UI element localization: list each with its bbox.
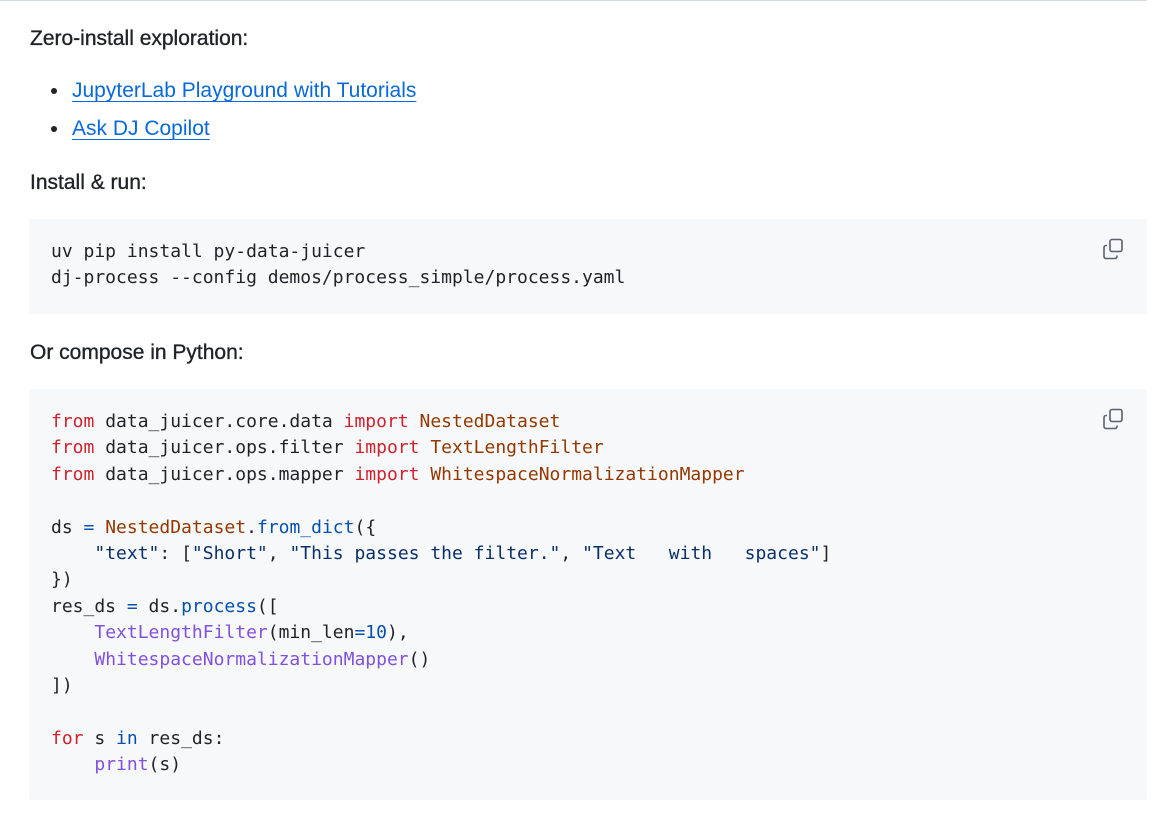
- function-call: TextLengthFilter: [94, 622, 268, 644]
- keyword: import: [343, 411, 409, 432]
- class-name: TextLengthFilter: [419, 437, 604, 459]
- code-line: for s in res_ds:: [51, 726, 831, 752]
- variable: res_ds: [51, 595, 127, 617]
- copy-button[interactable]: [1101, 407, 1127, 433]
- code-line: from data_juicer.core.data import Nested…: [51, 409, 831, 435]
- keyword: from: [51, 437, 95, 459]
- method-name: from_dict: [256, 516, 355, 538]
- code-line: dj-process --config demos/process_simple…: [51, 267, 626, 289]
- section-divider: [0, 0, 1147, 1]
- string-literal: "text": [94, 542, 160, 564]
- python-code: from data_juicer.core.data import Nested…: [51, 409, 831, 778]
- class-name: WhitespaceNormalizationMapper: [419, 463, 745, 485]
- ask-dj-copilot-link[interactable]: Ask DJ Copilot: [72, 115, 210, 143]
- keyword: from: [51, 463, 95, 485]
- operator: =: [126, 595, 138, 617]
- copy-button[interactable]: [1101, 237, 1127, 263]
- keyword: import: [354, 437, 420, 459]
- operator: =: [354, 622, 366, 644]
- copy-icon: [1103, 238, 1123, 260]
- bullet-icon: [51, 126, 57, 132]
- code-line: print(s): [51, 752, 831, 778]
- function-call: print: [94, 754, 149, 776]
- punctuation: (): [408, 648, 431, 670]
- method-name: process: [181, 595, 257, 617]
- iterable: res_ds:: [137, 727, 225, 749]
- function-call: WhitespaceNormalizationMapper: [94, 648, 409, 670]
- code-line: "text": ["Short", "This passes the filte…: [51, 541, 831, 567]
- punctuation: ({: [354, 516, 377, 538]
- module-path: data_juicer.ops.mapper: [94, 463, 355, 485]
- code-line: res_ds = ds.process([: [51, 594, 831, 620]
- punctuation: ,: [560, 542, 583, 564]
- copy-icon: [1103, 408, 1123, 430]
- code-line: WhitespaceNormalizationMapper(): [51, 647, 831, 673]
- code-line: }): [51, 569, 73, 591]
- class-name: NestedDataset: [105, 516, 247, 538]
- punctuation: ([: [256, 595, 279, 617]
- keyword: import: [354, 463, 420, 485]
- class-name: NestedDataset: [408, 411, 561, 432]
- string-literal: "Short": [191, 542, 268, 564]
- variable: ds: [51, 516, 84, 538]
- number-literal: 10: [365, 622, 387, 644]
- keyword: from: [51, 411, 95, 432]
- jupyterlab-playground-link[interactable]: JupyterLab Playground with Tutorials: [72, 77, 416, 105]
- code-line: from data_juicer.ops.filter import TextL…: [51, 435, 831, 461]
- argument: (min_len: [267, 622, 355, 644]
- zero-install-heading: Zero-install exploration:: [30, 27, 249, 50]
- expression: ds.: [137, 595, 182, 617]
- keyword: in: [116, 727, 138, 749]
- string-literal: "This passes the filter.": [289, 542, 561, 564]
- keyword: for: [51, 727, 84, 749]
- install-code-block: uv pip install py-data-juicer dj-process …: [29, 219, 1147, 314]
- punctuation: ,: [267, 542, 290, 564]
- code-line: ds = NestedDataset.from_dict({: [51, 515, 831, 541]
- install-code: uv pip install py-data-juicer dj-process …: [51, 239, 625, 292]
- loop-variable: s: [83, 727, 117, 749]
- punctuation: ),: [386, 622, 409, 644]
- code-line: uv pip install py-data-juicer: [51, 241, 366, 262]
- punctuation: : [: [159, 542, 192, 564]
- module-path: data_juicer.core.data: [94, 411, 344, 432]
- punctuation: ]: [820, 542, 832, 564]
- module-path: data_juicer.ops.filter: [94, 437, 355, 459]
- code-line: TextLengthFilter(min_len=10),: [51, 620, 831, 646]
- string-literal: "Text with spaces": [582, 542, 821, 564]
- punctuation: .: [246, 516, 257, 538]
- punctuation: (s): [148, 754, 182, 776]
- code-line: ]): [51, 674, 73, 696]
- compose-python-heading: Or compose in Python:: [30, 341, 244, 364]
- bullet-icon: [51, 88, 57, 94]
- python-code-block: from data_juicer.core.data import Nested…: [29, 389, 1147, 800]
- operator: =: [83, 516, 95, 538]
- code-line: from data_juicer.ops.mapper import White…: [51, 462, 831, 488]
- install-run-heading: Install & run:: [30, 171, 147, 194]
